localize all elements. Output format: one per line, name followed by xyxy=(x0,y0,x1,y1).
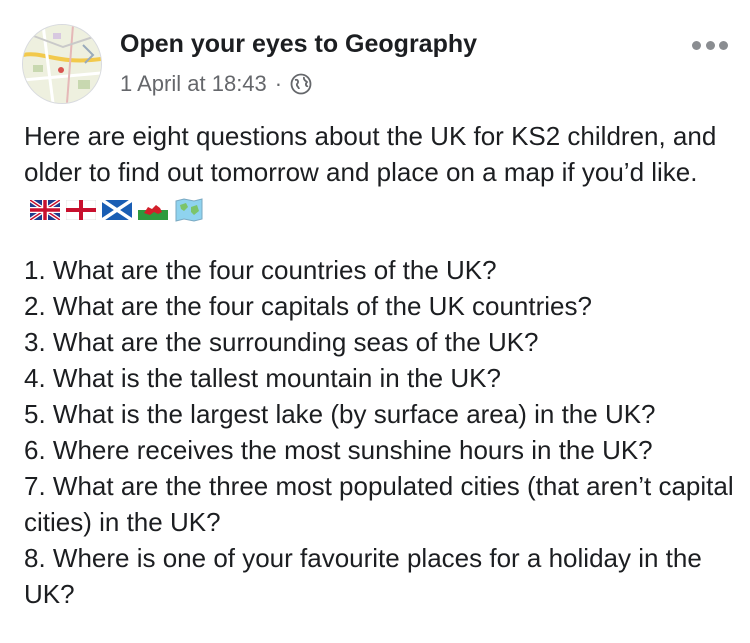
meta-separator: · xyxy=(274,71,283,96)
question-item: 1. What are the four countries of the UK… xyxy=(24,255,497,285)
more-options-icon[interactable] xyxy=(692,38,728,52)
post-body: Here are eight questions about the UK fo… xyxy=(24,118,739,612)
globe-icon[interactable] xyxy=(290,73,312,95)
emoji-row xyxy=(30,197,204,223)
page-avatar[interactable] xyxy=(22,24,102,104)
question-list: 1. What are the four countries of the UK… xyxy=(24,252,739,612)
question-item: 6. Where receives the most sunshine hour… xyxy=(24,435,653,465)
question-item: 8. Where is one of your favourite places… xyxy=(24,543,702,609)
question-item: 4. What is the tallest mountain in the U… xyxy=(24,363,501,393)
facebook-post: Open your eyes to Geography 1 April at 1… xyxy=(0,0,750,643)
page-name[interactable]: Open your eyes to Geography xyxy=(120,30,477,59)
post-header: Open your eyes to Geography 1 April at 1… xyxy=(22,24,732,104)
question-item: 3. What are the surrounding seas of the … xyxy=(24,327,539,357)
question-item: 5. What is the largest lake (by surface … xyxy=(24,399,656,429)
post-meta: 1 April at 18:43 · xyxy=(120,71,312,97)
scotland-flag-icon xyxy=(102,200,132,221)
world-map-icon xyxy=(175,198,203,222)
wales-flag-icon xyxy=(138,200,168,221)
more-dot xyxy=(692,40,701,50)
post-timestamp[interactable]: 1 April at 18:43 xyxy=(120,71,267,97)
map-avatar-image xyxy=(23,25,101,103)
question-item: 2. What are the four capitals of the UK … xyxy=(24,291,592,321)
question-item: 7. What are the three most populated cit… xyxy=(24,471,734,537)
post-intro-text: Here are eight questions about the UK fo… xyxy=(24,121,717,187)
england-flag-icon xyxy=(66,200,96,221)
more-dot xyxy=(705,40,715,50)
more-dot xyxy=(719,40,728,50)
uk-flag-icon xyxy=(30,200,60,221)
post-intro: Here are eight questions about the UK fo… xyxy=(24,118,739,226)
